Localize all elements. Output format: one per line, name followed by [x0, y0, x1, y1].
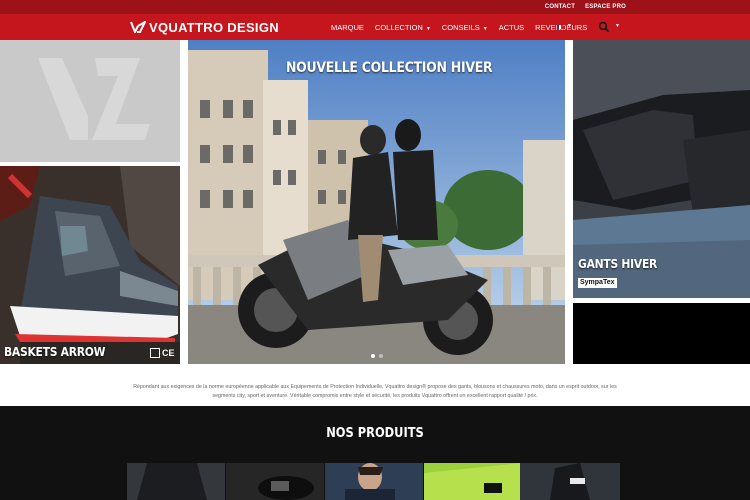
french-flag-icon[interactable]	[557, 25, 563, 29]
product-thumb[interactable]	[127, 463, 225, 500]
search-icon[interactable]	[598, 21, 610, 33]
product-thumb[interactable]	[226, 463, 324, 500]
nav-label: ACTUS	[498, 22, 525, 32]
chevron-down-icon: ▼	[425, 25, 431, 32]
nav-conseils[interactable]: CONSEILS ▼	[442, 23, 488, 32]
sympatex-badge: SympaTex	[578, 278, 617, 288]
gants-hiver-caption: GANTS HIVER	[578, 256, 658, 271]
slider-dot[interactable]	[378, 354, 383, 358]
jacket-image	[127, 463, 225, 500]
nav-label: MARQUE	[331, 22, 364, 32]
hero-slide-image	[188, 40, 565, 364]
nav-marque[interactable]: MARQUE	[331, 23, 364, 32]
chevron-down-icon[interactable]: ▼	[615, 23, 620, 29]
product-thumb[interactable]	[424, 463, 522, 500]
main-navbar: VQUATTRO DESIGN MARQUE COLLECTION ▼ CONSE…	[0, 14, 750, 40]
baskets-arrow-caption: BASKETS ARROW	[4, 344, 106, 359]
products-section: NOS PRODUITS	[0, 406, 750, 500]
nav-label: CONSEILS	[441, 22, 480, 32]
nav-label: COLLECTION	[374, 22, 423, 32]
logo-text: VQUATTRO DESIGN	[149, 19, 279, 35]
vq-logo-icon	[130, 21, 146, 33]
pictogram-icon	[150, 348, 160, 358]
sneaker-image	[0, 166, 180, 364]
espace-pro-link[interactable]: ESPACE PRO	[585, 4, 626, 10]
gants-hiver-tile[interactable]: GANTS HIVER SympaTex	[573, 40, 750, 298]
chevron-down-icon[interactable]: ▼	[567, 23, 572, 29]
certification-marks: CE	[150, 348, 175, 358]
product-thumb[interactable]	[325, 463, 423, 500]
utility-bar: CONTACT ESPACE PRO	[0, 0, 750, 14]
hero-slide[interactable]: NOUVELLE COLLECTION HIVER	[188, 40, 565, 364]
chevron-down-icon: ▼	[482, 25, 488, 32]
boot-image	[520, 463, 620, 500]
empty-black-tile	[573, 303, 750, 364]
rain-gear-image	[424, 463, 522, 500]
baskets-arrow-tile[interactable]: BASKETS ARROW CE	[0, 166, 180, 364]
contact-link[interactable]: CONTACT	[545, 4, 575, 10]
product-thumb[interactable]	[520, 463, 620, 500]
vq-watermark-icon	[38, 58, 150, 140]
glove-image	[226, 463, 324, 500]
brand-logo-tile[interactable]	[0, 40, 180, 162]
nav-actus[interactable]: ACTUS	[499, 23, 524, 32]
ce-mark: CE	[162, 348, 175, 358]
brand-description: Répondant aux exigences de la norme euro…	[133, 384, 617, 399]
rider-image	[325, 463, 423, 500]
hero-caption: NOUVELLE COLLECTION HIVER	[286, 60, 493, 76]
brand-logo[interactable]: VQUATTRO DESIGN	[130, 19, 279, 35]
slider-dots	[188, 354, 565, 358]
nav-collection[interactable]: COLLECTION ▼	[375, 23, 431, 32]
products-title: NOS PRODUITS	[326, 426, 424, 441]
slider-dot-active[interactable]	[370, 354, 375, 358]
